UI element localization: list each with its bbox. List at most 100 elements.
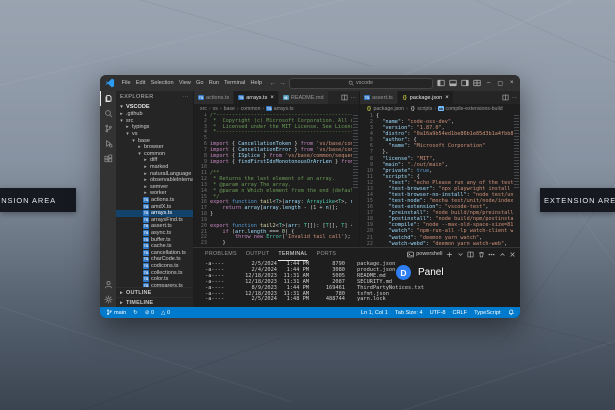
breadcrumb-item[interactable]: base: [224, 106, 235, 112]
breadcrumb-item[interactable]: ab compile-extensions-build: [438, 106, 503, 112]
more-actions-icon[interactable]: ···: [351, 95, 357, 101]
more-actions-icon[interactable]: ···: [512, 95, 518, 101]
tree-item-typings[interactable]: ▸ typings: [116, 124, 193, 131]
breadcrumb-item[interactable]: src: [200, 106, 207, 112]
sidebar-more-icon[interactable]: ···: [182, 94, 189, 100]
status-errors[interactable]: ⊘ 0: [145, 310, 154, 316]
toggle-secondary-sidebar-icon[interactable]: [461, 79, 470, 87]
status-utf-8[interactable]: UTF-8: [430, 310, 446, 316]
breadcrumb-item[interactable]: {} scripts: [410, 106, 432, 112]
tree-item-codicons-ts[interactable]: TS codicons.ts: [116, 263, 193, 270]
token: findFirstIdxMonotonousOrArrLen: [238, 158, 332, 165]
breadcrumb-item[interactable]: TS arrays.ts: [266, 105, 294, 112]
breadcrumb-item[interactable]: vs: [213, 106, 218, 112]
tree-item-amdx-ts[interactable]: TS amdX.ts: [116, 203, 193, 210]
breadcrumb-item[interactable]: {} package.json: [366, 106, 404, 112]
tree-item-base[interactable]: ▾ base: [116, 137, 193, 144]
menu-file[interactable]: File: [119, 80, 133, 86]
tree-item-charcode-ts[interactable]: TS charCode.ts: [116, 256, 193, 263]
maximize-button[interactable]: ▢: [496, 80, 505, 87]
close-button[interactable]: ×: [508, 80, 515, 86]
tree-item-worker[interactable]: ▸ worker: [116, 190, 193, 197]
terminal-content[interactable]: -a---- 2/5/2024 1:44 PM 8790 package.json -a-…: [193, 260, 520, 308]
tree-item-buffer-ts[interactable]: TS buffer.ts: [116, 236, 193, 243]
tree-item-diff[interactable]: ▸ diff: [116, 157, 193, 164]
sidebar-section-timeline[interactable]: ▸ TIMELINE: [116, 297, 193, 307]
minimap[interactable]: [513, 113, 520, 247]
tree-item-naturallanguage[interactable]: ▸ naturalLanguage: [116, 170, 193, 177]
tree-item-marked[interactable]: ▸ marked: [116, 164, 193, 171]
close-panel-icon[interactable]: [509, 251, 516, 258]
tree-item-color-ts[interactable]: TS color.ts: [116, 276, 193, 283]
status-tab-size--4[interactable]: Tab Size: 4: [395, 310, 423, 316]
split-editor-icon[interactable]: [502, 94, 509, 101]
menu-go[interactable]: Go: [193, 80, 206, 86]
tree-item-cancellation-ts[interactable]: TS cancellation.ts: [116, 249, 193, 256]
tree-item-arraysfind-ts[interactable]: TS arraysFind.ts: [116, 217, 193, 224]
status-typescript[interactable]: TypeScript: [474, 310, 500, 316]
command-center-search[interactable]: vscode: [288, 77, 433, 89]
terminal-shell-item[interactable]: powershell: [407, 251, 443, 258]
tree-item-cache-ts[interactable]: TS cache.ts: [116, 243, 193, 250]
nav-forward-icon[interactable]: →: [279, 80, 286, 87]
tab-close-icon[interactable]: ×: [270, 95, 274, 101]
activity-search-icon[interactable]: [100, 106, 117, 121]
status-branch[interactable]: main: [106, 309, 126, 316]
more-icon[interactable]: [488, 251, 495, 258]
menu-help[interactable]: Help: [248, 80, 265, 86]
activity-run-debug-icon[interactable]: [100, 136, 117, 151]
tree-item-src[interactable]: ▾ src: [116, 118, 193, 125]
activity-settings-icon[interactable]: [100, 292, 117, 307]
new-terminal-icon[interactable]: [446, 251, 453, 258]
toggle-panel-icon[interactable]: [449, 79, 458, 87]
activity-explorer-icon[interactable]: [100, 91, 117, 106]
tree-item-async-ts[interactable]: TS async.ts: [116, 230, 193, 237]
activity-source-control-icon[interactable]: [100, 121, 117, 136]
dropdown-icon[interactable]: [457, 251, 464, 258]
tree-item-common[interactable]: ▾ common: [116, 151, 193, 158]
tab-actions-ts[interactable]: TS actions.ts: [194, 91, 235, 104]
tab-package-json[interactable]: {} package.json ×: [397, 91, 454, 104]
ts-icon: TS: [266, 105, 273, 112]
menu-terminal[interactable]: Terminal: [222, 80, 248, 86]
tab-close-icon[interactable]: ×: [445, 95, 449, 101]
tab-arrays-ts[interactable]: TS arrays.ts ×: [234, 91, 279, 104]
tree-item-browser[interactable]: ▸ browser: [116, 144, 193, 151]
tree-item-assert-ts[interactable]: TS assert.ts: [116, 223, 193, 230]
tree-item-collections-ts[interactable]: TS collections.ts: [116, 269, 193, 276]
tree-item--github[interactable]: ▸ .github: [116, 111, 193, 118]
activity-extensions-icon[interactable]: [100, 151, 117, 166]
status-bell[interactable]: [508, 309, 515, 316]
tree-item-observableinternal[interactable]: ▸ observableInternal: [116, 177, 193, 184]
tree-item-actions-ts[interactable]: TS actions.ts: [116, 197, 193, 204]
tab-readme-md[interactable]: M README.md: [278, 91, 329, 104]
tree-item-semver[interactable]: ▸ semver: [116, 184, 193, 191]
kill-terminal-icon[interactable]: [478, 251, 485, 258]
code-editor[interactable]: 1 2 3 4 5 6 7 8 9 10 11 12 13 14 15 16 17 18 19 20 21 22 23/*-…: [194, 113, 359, 247]
split-terminal-icon[interactable]: [467, 251, 474, 258]
tab-assert-ts[interactable]: TS assert.ts: [360, 91, 398, 104]
customize-layout-icon[interactable]: [473, 79, 482, 87]
tree-item-vs[interactable]: ▾ vs: [116, 131, 193, 138]
menu-selection[interactable]: Selection: [148, 80, 176, 86]
maximize-panel-icon[interactable]: [499, 251, 506, 258]
status-crlf[interactable]: CRLF: [452, 310, 467, 316]
sidebar-section-outline[interactable]: ▸ OUTLINE: [116, 287, 193, 297]
status-ln-1--col-1[interactable]: Ln 1, Col 1: [361, 310, 388, 316]
workspace-root-row[interactable]: ▾ VSCODE: [116, 103, 193, 111]
minimap[interactable]: [352, 113, 359, 247]
activity-account-icon[interactable]: [100, 277, 117, 292]
tree-item-arrays-ts[interactable]: TS arrays.ts: [116, 209, 193, 217]
menu-run[interactable]: Run: [206, 80, 221, 86]
nav-back-icon[interactable]: ←: [270, 80, 277, 87]
menu-edit[interactable]: Edit: [133, 80, 148, 86]
status-warnings[interactable]: △ 0: [161, 310, 170, 316]
status-sync[interactable]: ↻: [133, 310, 138, 316]
toggle-primary-sidebar-icon[interactable]: [437, 79, 446, 87]
menu-bar: File Edit Selection View Go Run Terminal Help: [119, 80, 265, 86]
breadcrumb-item[interactable]: common: [241, 106, 261, 112]
code-editor[interactable]: 1 2 3 4 5 6 7 8 9 10 11 12 13 14 15 16 17 18 19 20 21 22{ "na…: [360, 113, 520, 247]
split-editor-icon[interactable]: [341, 94, 348, 101]
minimize-button[interactable]: –: [485, 80, 491, 86]
menu-view[interactable]: View: [176, 80, 193, 86]
